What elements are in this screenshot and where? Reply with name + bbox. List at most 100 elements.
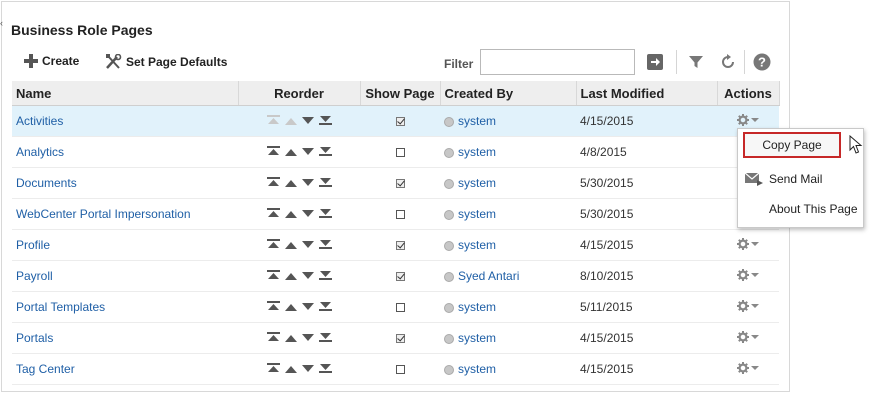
table-row[interactable]: Documents system 5/30/2015 <box>12 167 779 199</box>
page-name-link[interactable]: Profile <box>16 238 50 252</box>
move-up-icon[interactable] <box>284 238 297 252</box>
move-bottom-icon[interactable] <box>318 207 332 221</box>
column-header-name[interactable]: Name <box>12 81 239 106</box>
move-top-icon[interactable] <box>266 145 280 159</box>
created-by-link[interactable]: system <box>458 114 496 128</box>
move-down-icon[interactable] <box>301 176 314 190</box>
move-bottom-icon[interactable] <box>318 238 332 252</box>
menu-item-copy-page[interactable]: Copy Page <box>743 132 841 158</box>
move-up-icon[interactable] <box>284 362 297 376</box>
menu-item-about-this-page[interactable]: About This Page <box>738 196 863 222</box>
actions-menu-button[interactable] <box>737 330 759 343</box>
page-name-link[interactable]: Portals <box>16 331 53 345</box>
move-top-icon[interactable] <box>266 176 280 190</box>
plus-icon <box>24 54 38 68</box>
move-down-icon[interactable] <box>301 207 314 221</box>
move-up-icon[interactable] <box>284 145 297 159</box>
page-name-link[interactable]: WebCenter Portal Impersonation <box>16 207 191 221</box>
show-page-checkbox[interactable] <box>395 210 405 220</box>
move-top-icon[interactable] <box>266 362 280 376</box>
created-by-link[interactable]: Syed Antari <box>458 269 519 283</box>
page-name-link[interactable]: Activities <box>16 114 63 128</box>
page-name-link[interactable]: Analytics <box>16 145 64 159</box>
move-up-icon[interactable] <box>284 176 297 190</box>
move-bottom-icon[interactable] <box>318 145 332 159</box>
show-page-checkbox[interactable] <box>395 148 405 158</box>
move-top-icon[interactable] <box>266 269 280 283</box>
menu-item-copy-page-label: Copy Page <box>762 138 822 152</box>
show-page-checkbox[interactable] <box>395 179 405 189</box>
filter-go-button[interactable] <box>645 52 665 72</box>
cell-name: Tag Center <box>12 353 238 385</box>
move-bottom-icon[interactable] <box>318 176 332 190</box>
actions-menu-button[interactable] <box>737 299 759 312</box>
actions-menu-button[interactable] <box>737 113 759 126</box>
column-header-show-page[interactable]: Show Page <box>360 81 441 106</box>
cell-actions <box>717 260 779 292</box>
created-by-link[interactable]: system <box>458 300 496 314</box>
move-bottom-icon[interactable] <box>318 362 332 376</box>
move-bottom-icon[interactable] <box>318 331 332 345</box>
move-down-icon[interactable] <box>301 269 314 283</box>
actions-menu-button[interactable] <box>737 268 759 281</box>
collapse-handle-icon[interactable]: ‹ <box>0 18 3 28</box>
refresh-button[interactable] <box>718 52 738 72</box>
column-header-last-modified[interactable]: Last Modified <box>576 81 718 106</box>
table-row[interactable]: Payroll Syed Antari 8/10/2015 <box>12 260 779 292</box>
show-page-checkbox[interactable] <box>395 334 405 344</box>
create-button[interactable]: Create <box>24 54 79 68</box>
move-top-icon[interactable] <box>266 331 280 345</box>
table-row[interactable]: WebCenter Portal Impersonation system 5/… <box>12 198 779 230</box>
page-name-link[interactable]: Tag Center <box>16 362 75 376</box>
cell-created-by: system <box>440 291 576 323</box>
move-top-icon[interactable] <box>266 238 280 252</box>
show-page-checkbox[interactable] <box>395 241 405 251</box>
created-by-link[interactable]: system <box>458 331 496 345</box>
set-page-defaults-button[interactable]: Set Page Defaults <box>105 54 227 70</box>
show-page-checkbox[interactable] <box>395 272 405 282</box>
cell-actions <box>717 322 779 354</box>
move-down-icon[interactable] <box>301 331 314 345</box>
show-page-checkbox[interactable] <box>395 117 405 127</box>
created-by-link[interactable]: system <box>458 176 496 190</box>
move-top-icon[interactable] <box>266 300 280 314</box>
move-bottom-icon[interactable] <box>318 114 332 128</box>
table-row[interactable]: Tag Center system 4/15/2015 <box>12 353 779 385</box>
move-up-icon[interactable] <box>284 269 297 283</box>
filter-input[interactable] <box>480 49 635 75</box>
help-button[interactable]: ? <box>752 52 772 72</box>
page-name-link[interactable]: Documents <box>16 176 77 190</box>
table-row[interactable]: Analytics system 4/8/2015 <box>12 136 779 168</box>
actions-menu-button[interactable] <box>737 237 759 250</box>
move-up-icon[interactable] <box>284 300 297 314</box>
move-top-icon[interactable] <box>266 114 280 128</box>
show-page-checkbox[interactable] <box>395 303 405 313</box>
page-name-link[interactable]: Portal Templates <box>16 300 105 314</box>
move-bottom-icon[interactable] <box>318 300 332 314</box>
move-down-icon[interactable] <box>301 145 314 159</box>
move-up-icon[interactable] <box>284 114 297 128</box>
page-name-link[interactable]: Payroll <box>16 269 53 283</box>
move-up-icon[interactable] <box>284 207 297 221</box>
created-by-link[interactable]: system <box>458 145 496 159</box>
move-down-icon[interactable] <box>301 362 314 376</box>
table-row[interactable]: Portal Templates system 5/11/2015 <box>12 291 779 323</box>
table-row[interactable]: Activities system 4/15/2015 <box>12 105 779 137</box>
menu-item-send-mail[interactable]: Send Mail <box>738 166 863 192</box>
move-down-icon[interactable] <box>301 114 314 128</box>
filter-button[interactable] <box>686 52 706 72</box>
move-bottom-icon[interactable] <box>318 269 332 283</box>
move-down-icon[interactable] <box>301 300 314 314</box>
move-down-icon[interactable] <box>301 238 314 252</box>
column-header-created-by[interactable]: Created By <box>440 81 577 106</box>
table-row[interactable]: Portals system 4/15/2015 <box>12 322 779 354</box>
show-page-checkbox[interactable] <box>395 365 405 375</box>
move-top-icon[interactable] <box>266 207 280 221</box>
created-by-link[interactable]: system <box>458 207 496 221</box>
user-presence-icon <box>444 364 454 375</box>
created-by-link[interactable]: system <box>458 362 496 376</box>
actions-menu-button[interactable] <box>737 361 759 374</box>
created-by-link[interactable]: system <box>458 238 496 252</box>
table-row[interactable]: Profile system 4/15/2015 <box>12 229 779 261</box>
move-up-icon[interactable] <box>284 331 297 345</box>
